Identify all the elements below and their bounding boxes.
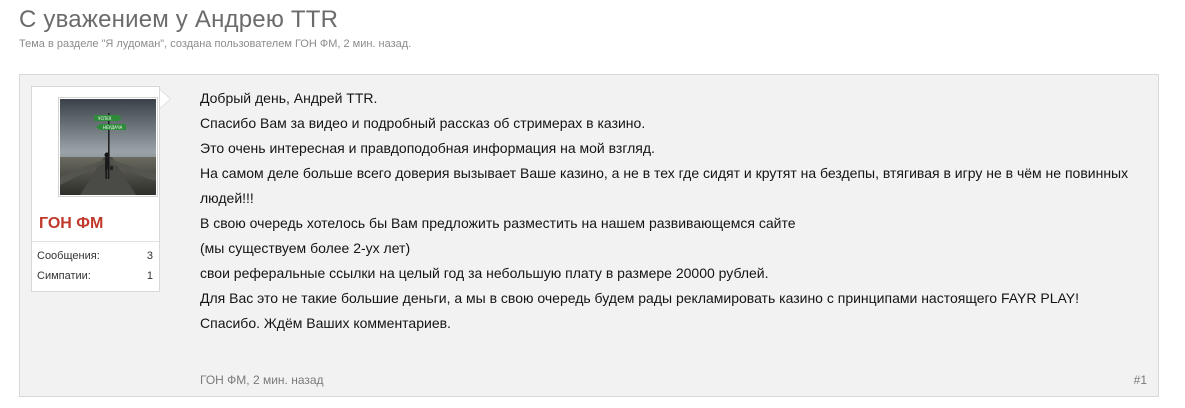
message-text: Добрый день, Андрей TTR. Спасибо Вам за … xyxy=(200,86,1145,336)
message-line: На самом деле больше всего доверия вызыв… xyxy=(200,165,1129,206)
message-line: В свою очередь хотелось бы Вам предложит… xyxy=(200,215,796,231)
message-line: Это очень интересная и правдоподобная ин… xyxy=(200,140,655,156)
stat-value: 1 xyxy=(146,270,153,282)
avatar-sign-top: УСПЕХ xyxy=(98,116,112,121)
user-stat-likes: Симпатии: 1 xyxy=(37,270,153,282)
footer-author-link[interactable]: ГОН ФМ xyxy=(200,373,246,387)
post-permalink[interactable]: #1 xyxy=(1134,373,1147,387)
user-card-arrow xyxy=(160,90,170,108)
page-title: С уважением у Андрею TTR xyxy=(19,6,339,33)
avatar[interactable]: УСПЕХ НЕУДАЧА xyxy=(58,97,158,197)
message-line: Добрый день, Андрей TTR. xyxy=(200,90,378,106)
message-line: Спасибо Вам за видео и подробный рассказ… xyxy=(200,115,646,131)
message-line: Для Вас это не такие большие деньги, а м… xyxy=(200,290,1080,306)
road-crossroads-signpost-avatar-icon: УСПЕХ НЕУДАЧА xyxy=(60,99,156,195)
message-post: УСПЕХ НЕУДАЧА ГОН ФМ Сообщения: 3 Симпат… xyxy=(19,74,1159,397)
message-line: Спасибо. Ждём Ваших комментариев. xyxy=(200,315,451,331)
message-meta: ГОН ФМ, 2 мин. назад xyxy=(200,373,324,387)
stat-label: Симпатии: xyxy=(37,270,91,282)
thread-description: Тема в разделе "Я лудоман", создана поль… xyxy=(19,38,412,50)
avatar-sign-bottom: НЕУДАЧА xyxy=(103,125,123,130)
username-link[interactable]: ГОН ФМ xyxy=(39,215,103,233)
message-line: свои реферальные ссылки на целый год за … xyxy=(200,265,769,281)
user-card: УСПЕХ НЕУДАЧА ГОН ФМ Сообщения: 3 Симпат… xyxy=(31,86,160,292)
user-stat-messages: Сообщения: 3 xyxy=(37,250,153,262)
footer-separator: , xyxy=(246,373,253,387)
stat-value[interactable]: 3 xyxy=(147,250,153,262)
message-line: (мы существуем более 2-ух лет) xyxy=(200,240,411,256)
user-card-divider xyxy=(32,241,159,242)
stat-label: Сообщения: xyxy=(37,250,100,262)
thread-page: С уважением у Андрею TTR Тема в разделе … xyxy=(0,0,1185,408)
footer-timestamp[interactable]: 2 мин. назад xyxy=(253,373,324,387)
